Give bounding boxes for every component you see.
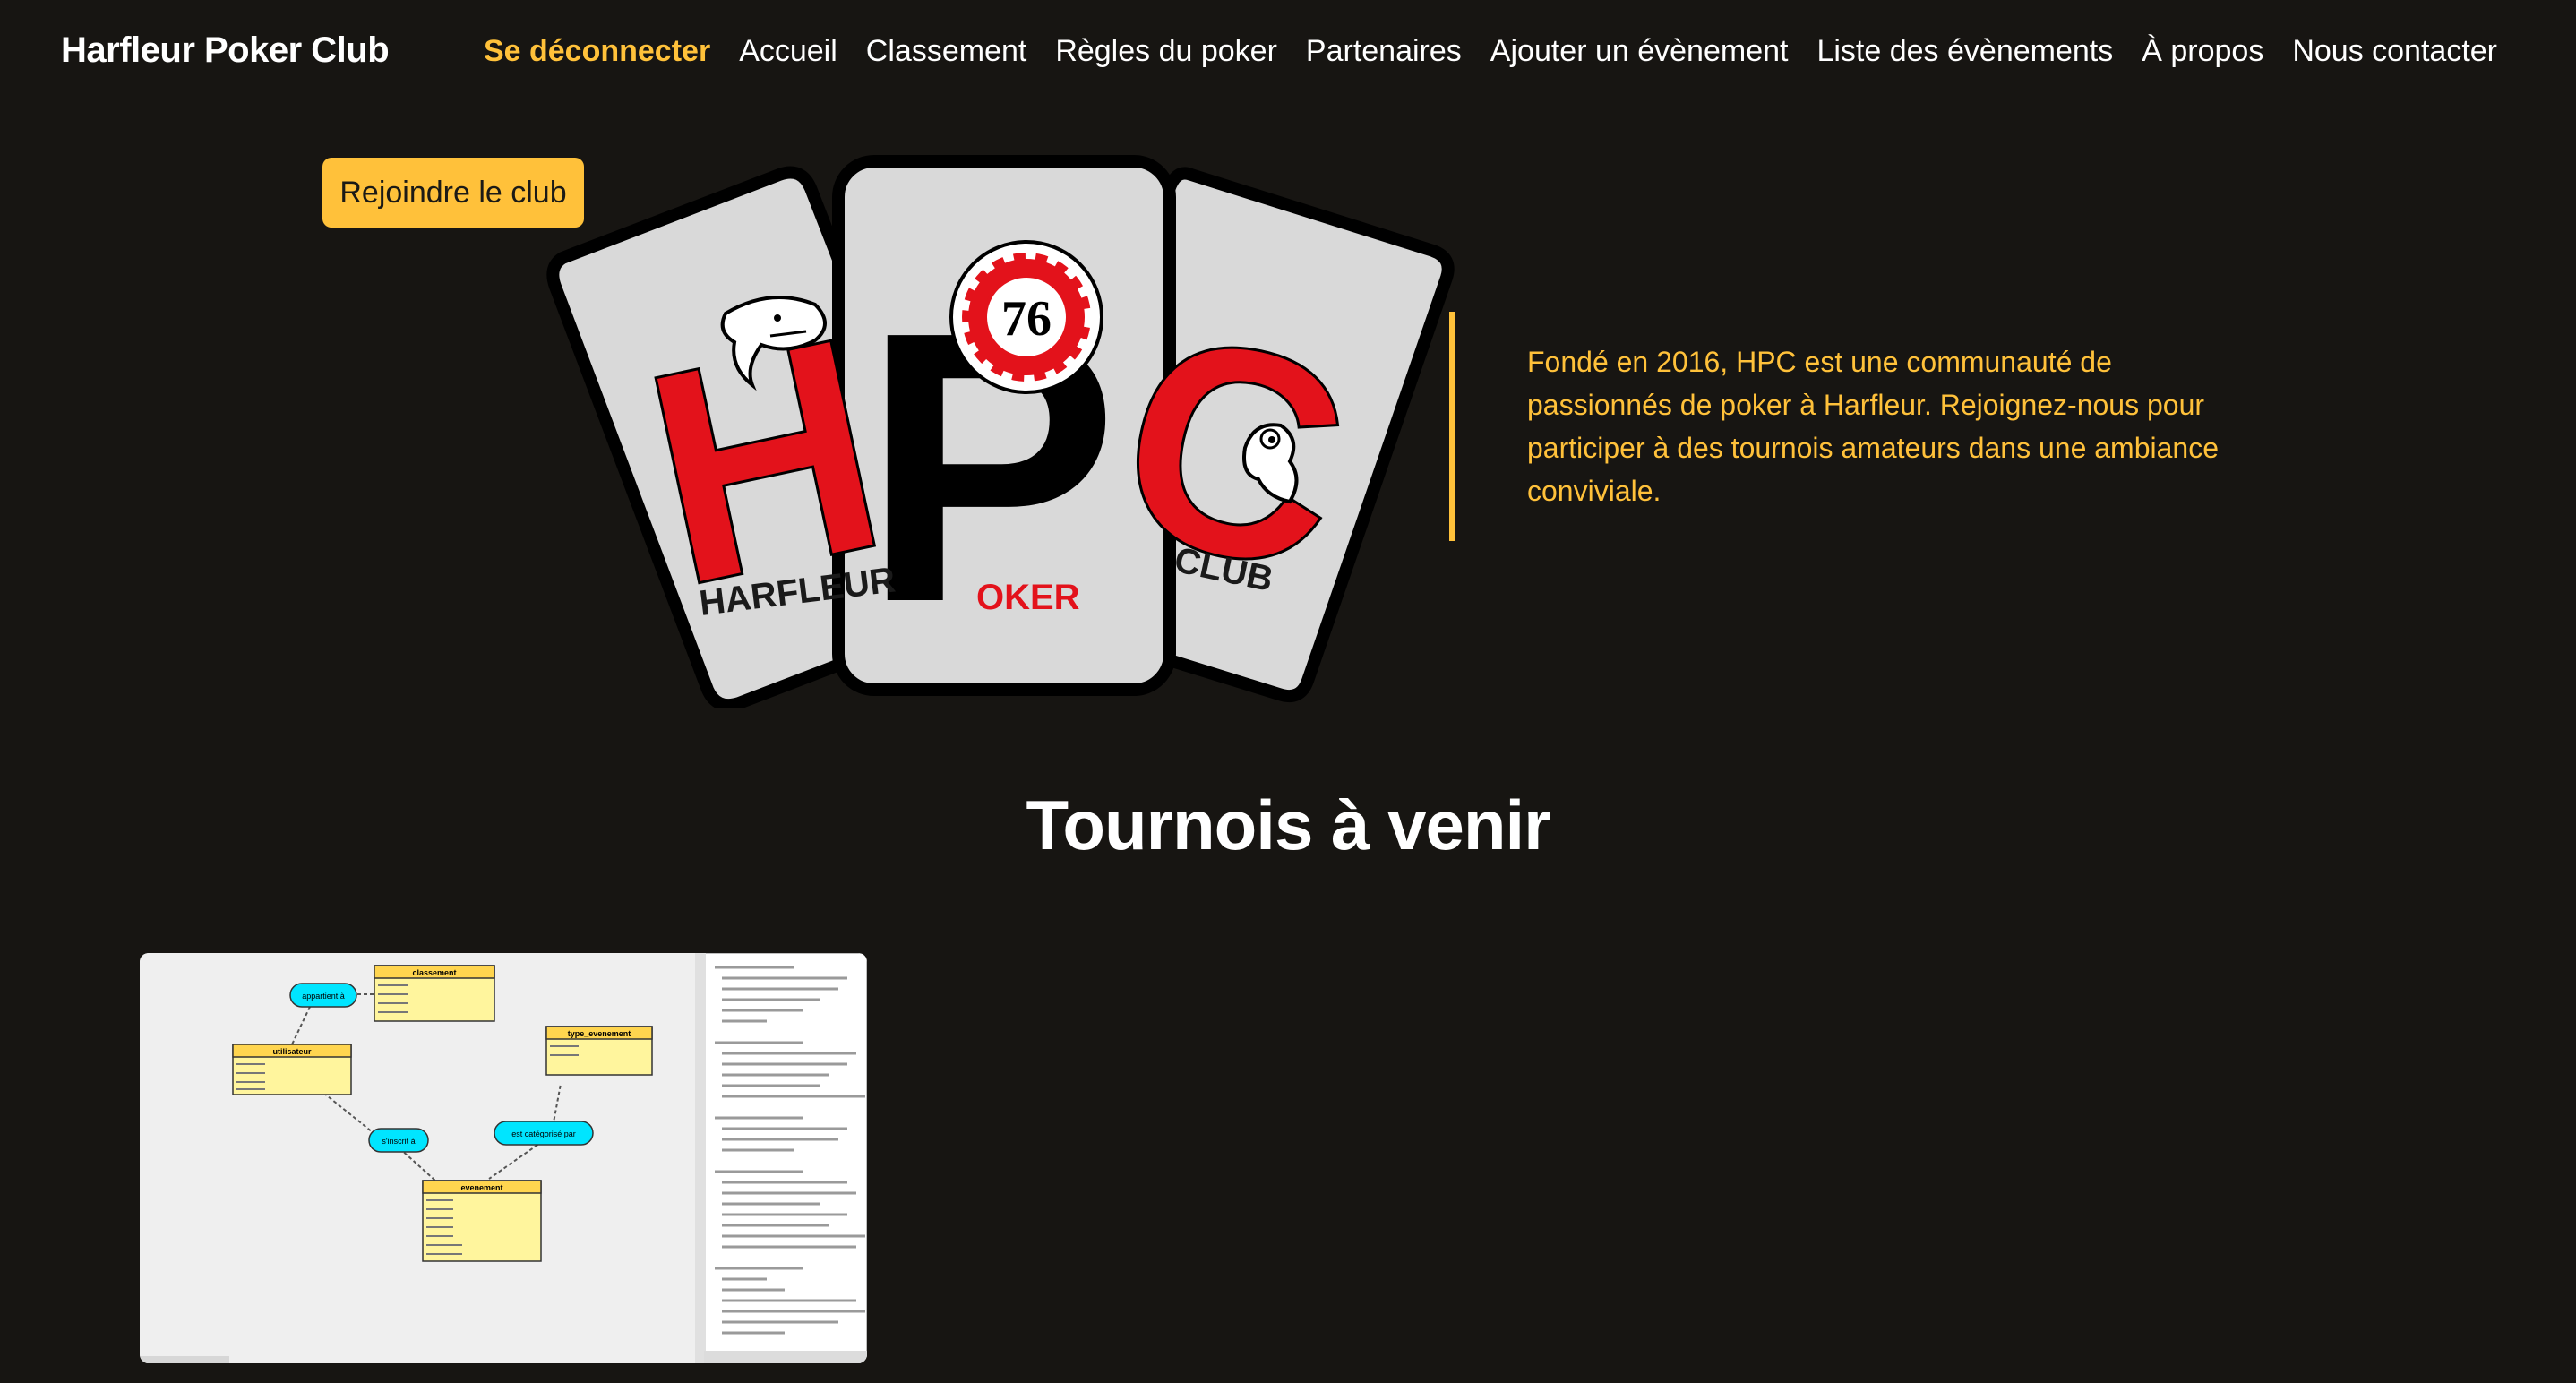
join-club-button[interactable]: Rejoindre le club [322,158,584,228]
nav-rules-link[interactable]: Règles du poker [1055,34,1277,69]
nav-logout-link[interactable]: Se déconnecter [484,34,710,69]
svg-text:appartient à: appartient à [302,992,345,1001]
nav-about-link[interactable]: À propos [2142,34,2263,69]
brand-logo-text[interactable]: Harfleur Poker Club [61,30,390,71]
nav-menu: Se déconnecter Accueil Classement Règles… [484,34,2497,69]
hpc-logo: H P C 76 HARFLEUR OKER CLUB [546,155,1455,708]
nav-home-link[interactable]: Accueil [739,34,837,69]
svg-text:s'inscrit à: s'inscrit à [382,1137,415,1146]
nav-contact-link[interactable]: Nous contacter [2292,34,2497,69]
diagram-relation-categorise: est catégorisé par [494,1121,594,1146]
nav-add-event-link[interactable]: Ajouter un évènement [1490,34,1789,69]
svg-text:type_evenement: type_evenement [568,1029,631,1038]
nav-partners-link[interactable]: Partenaires [1306,34,1462,69]
tournament-card[interactable]: appartient à s'inscrit à est catégorisé … [140,953,867,1363]
diagram-relation-inscrit: s'inscrit à [368,1128,429,1153]
diagram-table-utilisateur: utilisateur [232,1044,352,1095]
poker-chip-icon: 76 [949,240,1103,394]
nav-ranking-link[interactable]: Classement [866,34,1027,69]
diagram-table-type-evenement: type_evenement [545,1026,653,1076]
intro-text: Fondé en 2016, HPC est une communauté de… [1527,346,2219,507]
top-navbar: Harfleur Poker Club Se déconnecter Accue… [0,0,2576,107]
svg-text:utilisateur: utilisateur [272,1047,312,1056]
nav-event-list-link[interactable]: Liste des évènements [1816,34,2113,69]
intro-accent-divider [1449,312,1455,541]
diagram-relation-appartient: appartient à [289,983,357,1008]
svg-text:evenement: evenement [460,1183,502,1192]
logo-word-oker: OKER [976,578,1080,617]
svg-text:classement: classement [412,968,456,977]
chip-number: 76 [1001,291,1052,347]
svg-text:est catégorisé par: est catégorisé par [511,1130,576,1138]
diagram-table-classement: classement [374,965,495,1022]
diagram-table-evenement: evenement [422,1180,542,1262]
tournament-card-image: appartient à s'inscrit à est catégorisé … [140,953,867,1363]
tournaments-section-title: Tournois à venir [1026,786,1551,864]
